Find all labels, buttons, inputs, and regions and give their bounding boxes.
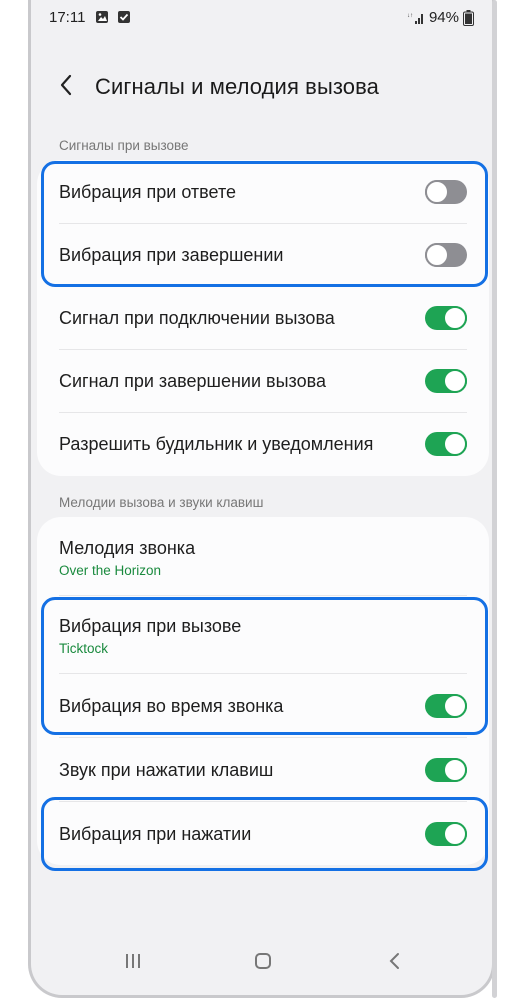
header: Сигналы и мелодия вызова: [31, 60, 492, 110]
home-icon[interactable]: [251, 949, 275, 973]
navigation-bar: [31, 935, 492, 995]
recent-apps-icon[interactable]: [121, 949, 145, 973]
toggle-keypad-tones[interactable]: [425, 758, 467, 782]
toggle-vibrate-while-ringing[interactable]: [425, 694, 467, 718]
row-sub-value: Over the Horizon: [59, 563, 162, 578]
status-time: 17:11: [49, 9, 86, 26]
back-arrow-icon[interactable]: [55, 72, 77, 98]
row-label: Сигнал при подключении вызова: [59, 308, 335, 328]
row-vibrate-while-ringing[interactable]: Вибрация во время звонка: [37, 673, 489, 736]
toggle-vibrate-on-answer[interactable]: [425, 180, 467, 204]
toggle-signal-on-end[interactable]: [425, 369, 467, 393]
row-label: Мелодия звонка: [59, 538, 196, 558]
row-vibrate-on-answer[interactable]: Вибрация при ответе: [37, 160, 489, 223]
row-label: Вибрация во время звонка: [59, 696, 284, 716]
svg-text:↓↑: ↓↑: [407, 13, 413, 19]
phone-side-button: [492, 0, 497, 998]
row-ringtone[interactable]: Мелодия звонка Over the Horizon: [37, 517, 489, 595]
back-nav-icon[interactable]: [383, 949, 407, 973]
row-vibrate-on-tap[interactable]: Вибрация при нажатии: [37, 801, 489, 864]
signal-icon: ↓↑: [407, 13, 423, 24]
row-signal-on-end[interactable]: Сигнал при завершении вызова: [37, 349, 489, 412]
section-label-ringtones: Мелодии вызова и звуки клавиш: [59, 495, 264, 510]
row-sub-value: Ticktock: [59, 641, 109, 656]
checkbox-notification-icon: [118, 11, 130, 23]
page-title: Сигналы и мелодия вызова: [95, 74, 380, 99]
row-allow-alarms[interactable]: Разрешить будильник и уведомления: [37, 412, 489, 475]
gallery-icon: [96, 11, 108, 23]
toggle-vibrate-on-tap[interactable]: [425, 822, 467, 846]
card-ringtones: Мелодия звонка Over the Horizon Вибрация…: [37, 517, 489, 865]
row-keypad-tones[interactable]: Звук при нажатии клавиш: [37, 737, 489, 800]
row-vibrate-on-end[interactable]: Вибрация при завершении: [37, 223, 489, 286]
status-bar: 17:11 ↓↑ 94%: [31, 0, 492, 36]
toggle-signal-on-connect[interactable]: [425, 306, 467, 330]
section-label-call-signals: Сигналы при вызове: [59, 138, 189, 153]
row-call-vibration[interactable]: Вибрация при вызове Ticktock: [37, 595, 489, 673]
row-label: Вибрация при вызове: [59, 616, 242, 636]
row-label: Звук при нажатии клавиш: [59, 760, 274, 780]
phone-frame: 17:11 ↓↑ 94% Сигналы и мелодия вызова Си…: [28, 0, 495, 998]
battery-icon: [463, 9, 474, 26]
row-label: Сигнал при завершении вызова: [59, 371, 326, 391]
row-signal-on-connect[interactable]: Сигнал при подключении вызова: [37, 286, 489, 349]
toggle-vibrate-on-end[interactable]: [425, 243, 467, 267]
row-label: Разрешить будильник и уведомления: [59, 434, 374, 454]
status-right: ↓↑ 94%: [407, 9, 474, 26]
row-label: Вибрация при ответе: [59, 182, 237, 202]
row-label: Вибрация при нажатии: [59, 824, 252, 844]
toggle-allow-alarms[interactable]: [425, 432, 467, 456]
battery-percent: 94%: [428, 9, 459, 26]
card-call-signals: Вибрация при ответе Вибрация при заверше…: [37, 160, 489, 476]
row-label: Вибрация при завершении: [59, 245, 284, 265]
